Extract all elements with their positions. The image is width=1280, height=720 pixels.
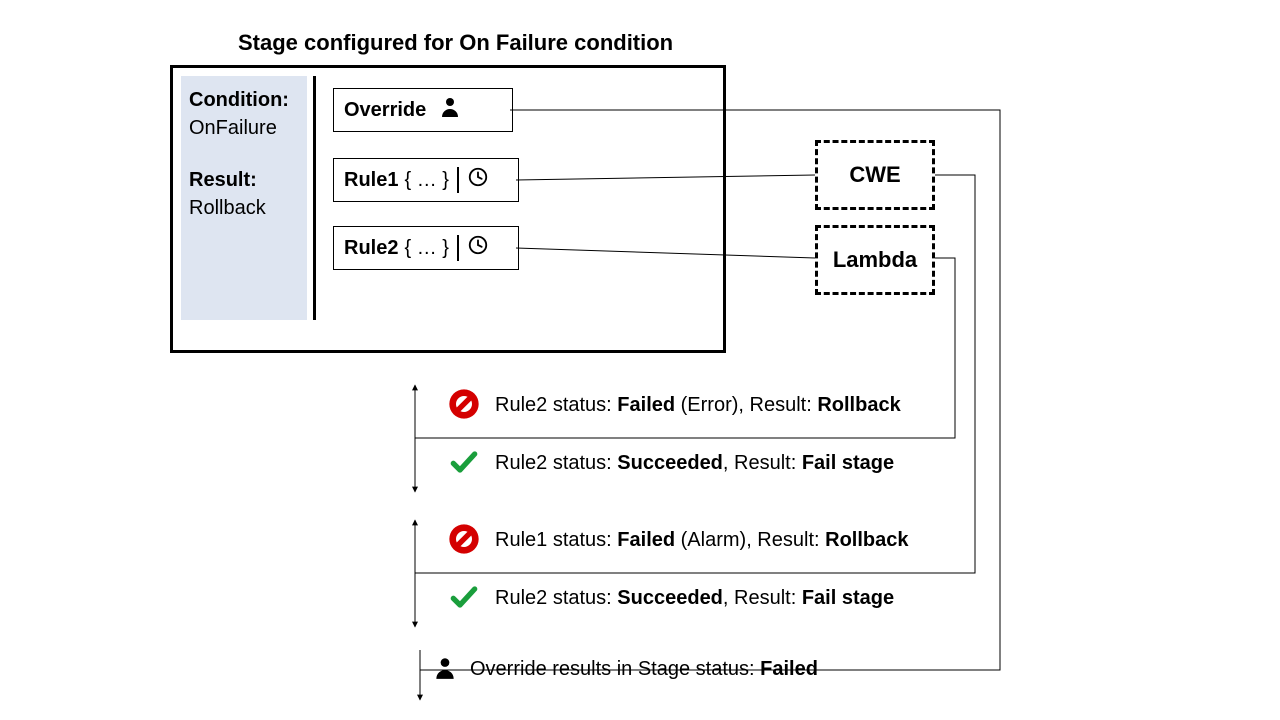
condition-panel: Condition: OnFailure Result: Rollback bbox=[181, 76, 307, 320]
lambda-box: Lambda bbox=[815, 225, 935, 295]
person-icon bbox=[438, 95, 462, 125]
check-icon bbox=[448, 581, 480, 618]
result-label: Result: bbox=[189, 169, 257, 191]
override-result-status: Override results in Stage status: Failed bbox=[470, 658, 818, 681]
result-value: Rollback bbox=[189, 194, 299, 222]
rule1-failed-status: Rule1 status: Failed (Alarm), Result: Ro… bbox=[495, 529, 908, 552]
clock-icon bbox=[467, 234, 489, 262]
rule2-succeeded-status: Rule2 status: Succeeded, Result: Fail st… bbox=[495, 452, 894, 475]
person-icon bbox=[432, 655, 458, 686]
diagram-title: Stage configured for On Failure conditio… bbox=[238, 30, 673, 56]
override-label: Override bbox=[344, 99, 426, 122]
rule2-box: Rule2 { … } bbox=[333, 226, 519, 270]
rule1-succeeded-status: Rule2 status: Succeeded, Result: Fail st… bbox=[495, 587, 894, 610]
cwe-box: CWE bbox=[815, 140, 935, 210]
prohibit-icon bbox=[448, 388, 480, 425]
stage-box: Condition: OnFailure Result: Rollback Ov… bbox=[170, 65, 726, 353]
override-box: Override bbox=[333, 88, 513, 132]
rule1-box: Rule1 { … } bbox=[333, 158, 519, 202]
check-icon bbox=[448, 446, 480, 483]
rule2-body: { … } bbox=[404, 237, 448, 260]
panel-divider bbox=[313, 76, 316, 320]
clock-icon bbox=[467, 166, 489, 194]
rule2-failed-status: Rule2 status: Failed (Error), Result: Ro… bbox=[495, 394, 901, 417]
rule1-label: Rule1 bbox=[344, 169, 398, 192]
prohibit-icon bbox=[448, 523, 480, 560]
condition-value: OnFailure bbox=[189, 114, 299, 142]
condition-label: Condition: bbox=[189, 89, 289, 111]
rule2-label: Rule2 bbox=[344, 237, 398, 260]
rule1-body: { … } bbox=[404, 169, 448, 192]
